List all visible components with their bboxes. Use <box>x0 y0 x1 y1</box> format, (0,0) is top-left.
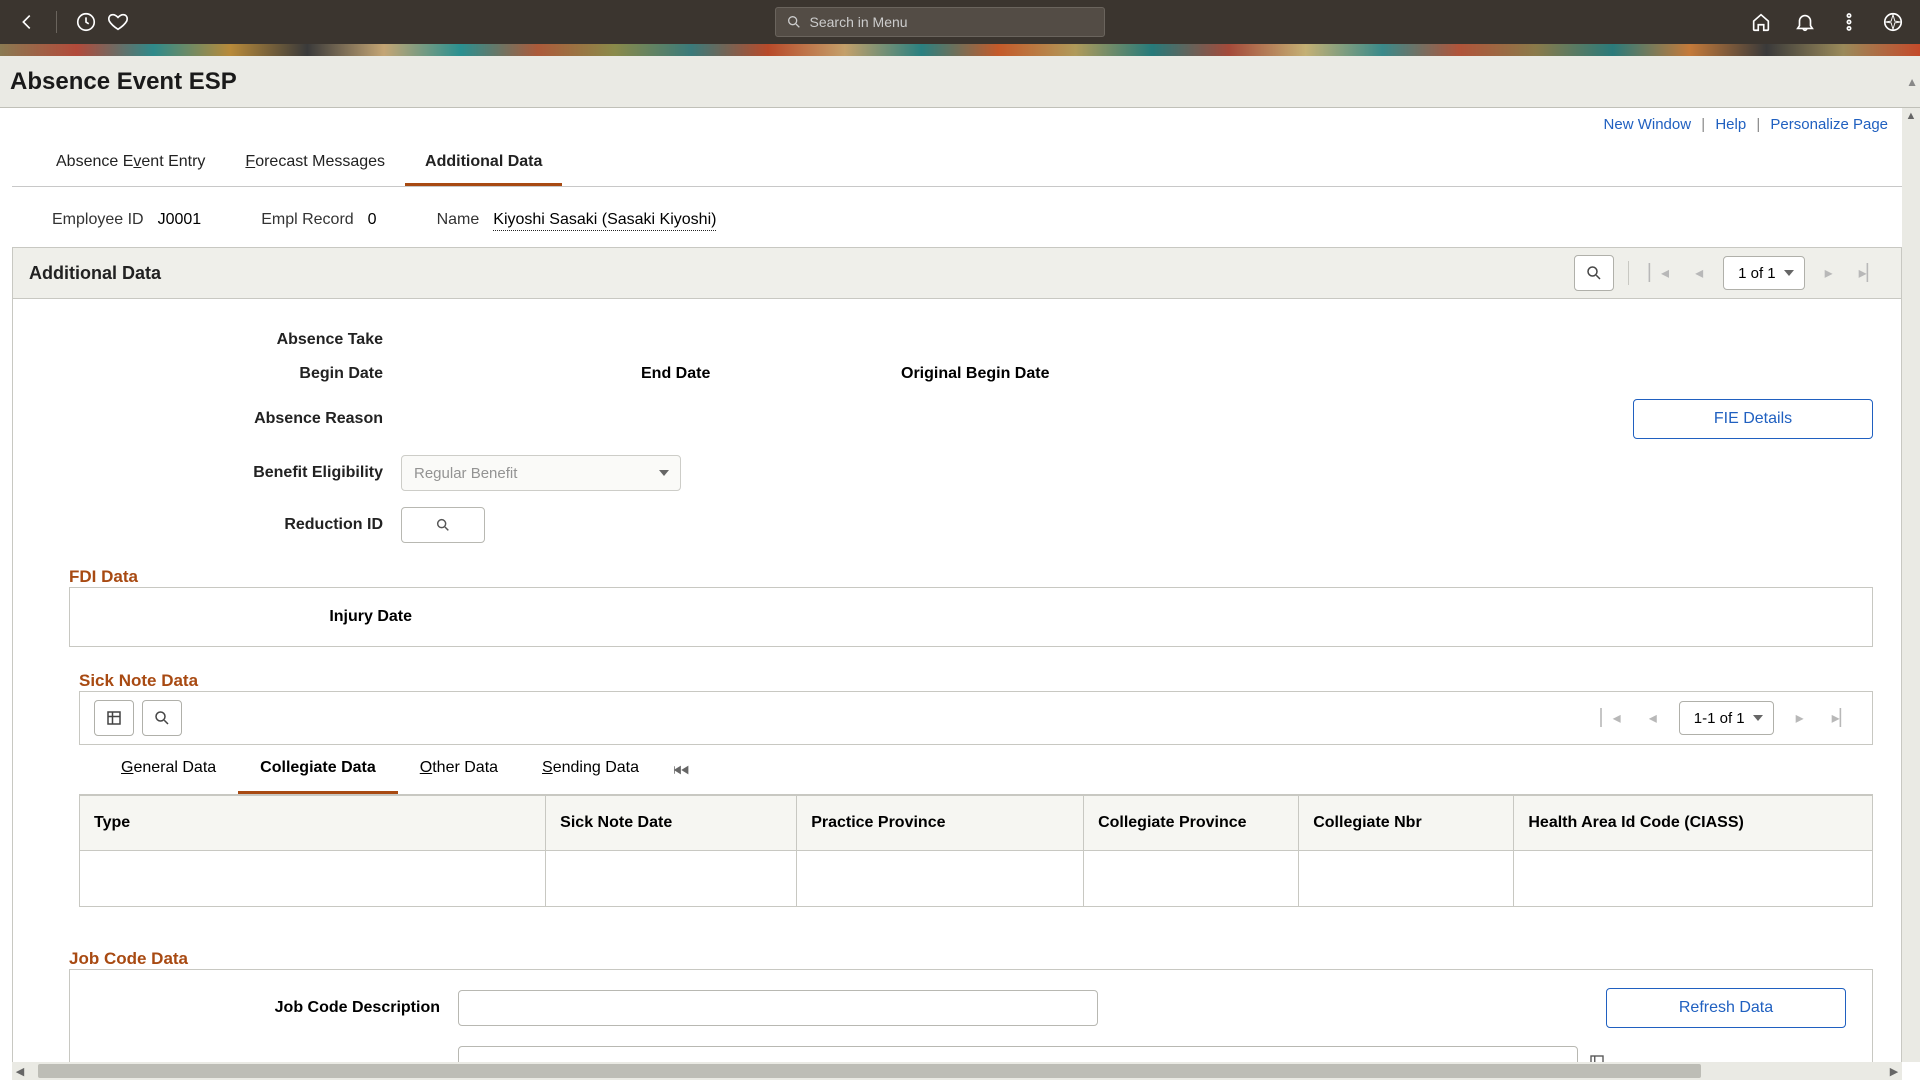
benefit-eligibility-select[interactable]: Regular Benefit <box>401 455 681 491</box>
pager-dropdown[interactable]: 1 of 1 <box>1723 256 1805 290</box>
col-collegiate-province[interactable]: Collegiate Province <box>1084 796 1299 851</box>
grid-prev-icon[interactable]: ◂ <box>1643 708 1663 728</box>
grid-first-icon[interactable]: ▏◂ <box>1594 708 1626 728</box>
sick-note-table: Type Sick Note Date Practice Province Co… <box>79 795 1873 907</box>
home-icon[interactable] <box>1750 11 1772 33</box>
expand-textarea-icon[interactable] <box>1588 1053 1606 1063</box>
decorative-strip <box>0 44 1920 56</box>
name-label: Name <box>437 211 480 228</box>
prev-icon[interactable]: ◂ <box>1689 263 1709 283</box>
search-box[interactable] <box>775 7 1105 37</box>
fdi-data-title: FDI Data <box>69 567 1873 587</box>
grid-last-icon[interactable]: ▸▏ <box>1826 708 1858 728</box>
tab-other-data[interactable]: Other Data <box>398 745 520 794</box>
navbar-icon[interactable] <box>1882 11 1904 33</box>
back-icon[interactable] <box>16 11 38 33</box>
reduction-id-lookup[interactable] <box>401 507 485 543</box>
col-collegiate-nbr[interactable]: Collegiate Nbr <box>1299 796 1514 851</box>
tab-additional-data[interactable]: Additional Data <box>405 141 562 186</box>
tab-absence-event-entry[interactable]: Absence Event Entry <box>36 141 225 186</box>
actions-menu-icon[interactable] <box>1838 11 1860 33</box>
additional-data-title: Additional Data <box>29 263 161 284</box>
reduction-id-label: Reduction ID <box>41 516 401 534</box>
favorite-icon[interactable] <box>107 11 129 33</box>
additional-data-header: Additional Data ▏◂ ◂ 1 of 1 ▸ ▸▏ <box>12 247 1902 299</box>
job-code-desc-input[interactable] <box>458 990 1098 1026</box>
col-sick-note-date[interactable]: Sick Note Date <box>546 796 797 851</box>
additional-data-body: Absence Take Begin Date End Date Origina… <box>12 299 1902 1062</box>
new-window-link[interactable]: New Window <box>1604 116 1692 133</box>
find-button[interactable] <box>1574 255 1614 291</box>
history-icon[interactable] <box>75 11 97 33</box>
orig-begin-date-label: Original Begin Date <box>901 365 1049 382</box>
search-icon <box>786 14 802 30</box>
col-type[interactable]: Type <box>80 796 546 851</box>
help-link[interactable]: Help <box>1715 116 1746 133</box>
show-all-tabs-icon[interactable] <box>673 763 691 777</box>
horizontal-scrollbar[interactable]: ◀ ▶ <box>12 1062 1902 1080</box>
grid-next-icon[interactable]: ▸ <box>1790 708 1810 728</box>
fdi-panel: Injury Date <box>69 587 1873 647</box>
employee-id-value: J0001 <box>158 211 202 228</box>
fie-details-button[interactable]: FIE Details <box>1633 399 1873 439</box>
sick-note-tabs: General Data Collegiate Data Other Data … <box>79 745 1873 795</box>
benefit-eligibility-label: Benefit Eligibility <box>41 464 401 482</box>
job-code-desc-label: Job Code Description <box>98 999 458 1017</box>
employee-header: Employee ID J0001 Empl Record 0 Name Kiyosh… <box>12 187 1902 247</box>
tab-forecast-messages[interactable]: Forecast Messages <box>225 141 405 186</box>
begin-date-label: Begin Date <box>41 365 401 383</box>
tab-sending-data[interactable]: Sending Data <box>520 745 661 794</box>
sick-note-title: Sick Note Data <box>79 671 1873 691</box>
page-title: Absence Event ESP <box>10 68 237 96</box>
vertical-scrollbar[interactable]: ▲ <box>1902 108 1920 1062</box>
injury-date-label: Injury Date <box>98 608 430 626</box>
empl-record-label: Empl Record <box>261 211 353 228</box>
tab-collegiate-data[interactable]: Collegiate Data <box>238 745 398 794</box>
absence-take-label: Absence Take <box>41 331 401 349</box>
content-area: New Window | Help | Personalize Page Abs… <box>12 108 1902 1062</box>
collapse-header-icon[interactable]: ▲ <box>1906 75 1918 89</box>
employee-name-value: Kiyoshi Sasaki (Sasaki Kiyoshi) <box>493 211 716 231</box>
grid-pager-dropdown[interactable]: 1-1 of 1 <box>1679 701 1774 735</box>
refresh-data-button[interactable]: Refresh Data <box>1606 988 1846 1028</box>
job-code-second-input[interactable] <box>458 1046 1578 1062</box>
col-practice-province[interactable]: Practice Province <box>797 796 1084 851</box>
col-health-area[interactable]: Health Area Id Code (CIASS) <box>1514 796 1873 851</box>
personalize-link[interactable]: Personalize Page <box>1770 116 1888 133</box>
job-code-title: Job Code Data <box>69 949 1873 969</box>
topbar <box>0 0 1920 44</box>
absence-reason-label: Absence Reason <box>41 410 401 428</box>
grid-settings-button[interactable] <box>94 700 134 736</box>
next-icon[interactable]: ▸ <box>1819 263 1839 283</box>
search-input[interactable] <box>810 14 1094 30</box>
tab-general-data[interactable]: General Data <box>99 745 238 794</box>
sick-note-toolbar: ▏◂ ◂ 1-1 of 1 ▸ ▸▏ <box>79 691 1873 745</box>
end-date-label: End Date <box>641 365 710 382</box>
page-titlebar: Absence Event ESP ▲ <box>0 56 1920 108</box>
employee-id-label: Employee ID <box>52 211 144 228</box>
empl-record-value: 0 <box>368 211 377 228</box>
utility-links: New Window | Help | Personalize Page <box>12 108 1902 137</box>
last-icon[interactable]: ▸▏ <box>1853 263 1885 283</box>
tab-row: Absence Event Entry Forecast Messages Ad… <box>12 141 1902 187</box>
job-code-body: Job Code Description Refresh Data <box>69 969 1873 1062</box>
grid-find-button[interactable] <box>142 700 182 736</box>
table-row <box>80 851 1873 907</box>
notifications-icon[interactable] <box>1794 11 1816 33</box>
first-icon[interactable]: ▏◂ <box>1643 263 1675 283</box>
